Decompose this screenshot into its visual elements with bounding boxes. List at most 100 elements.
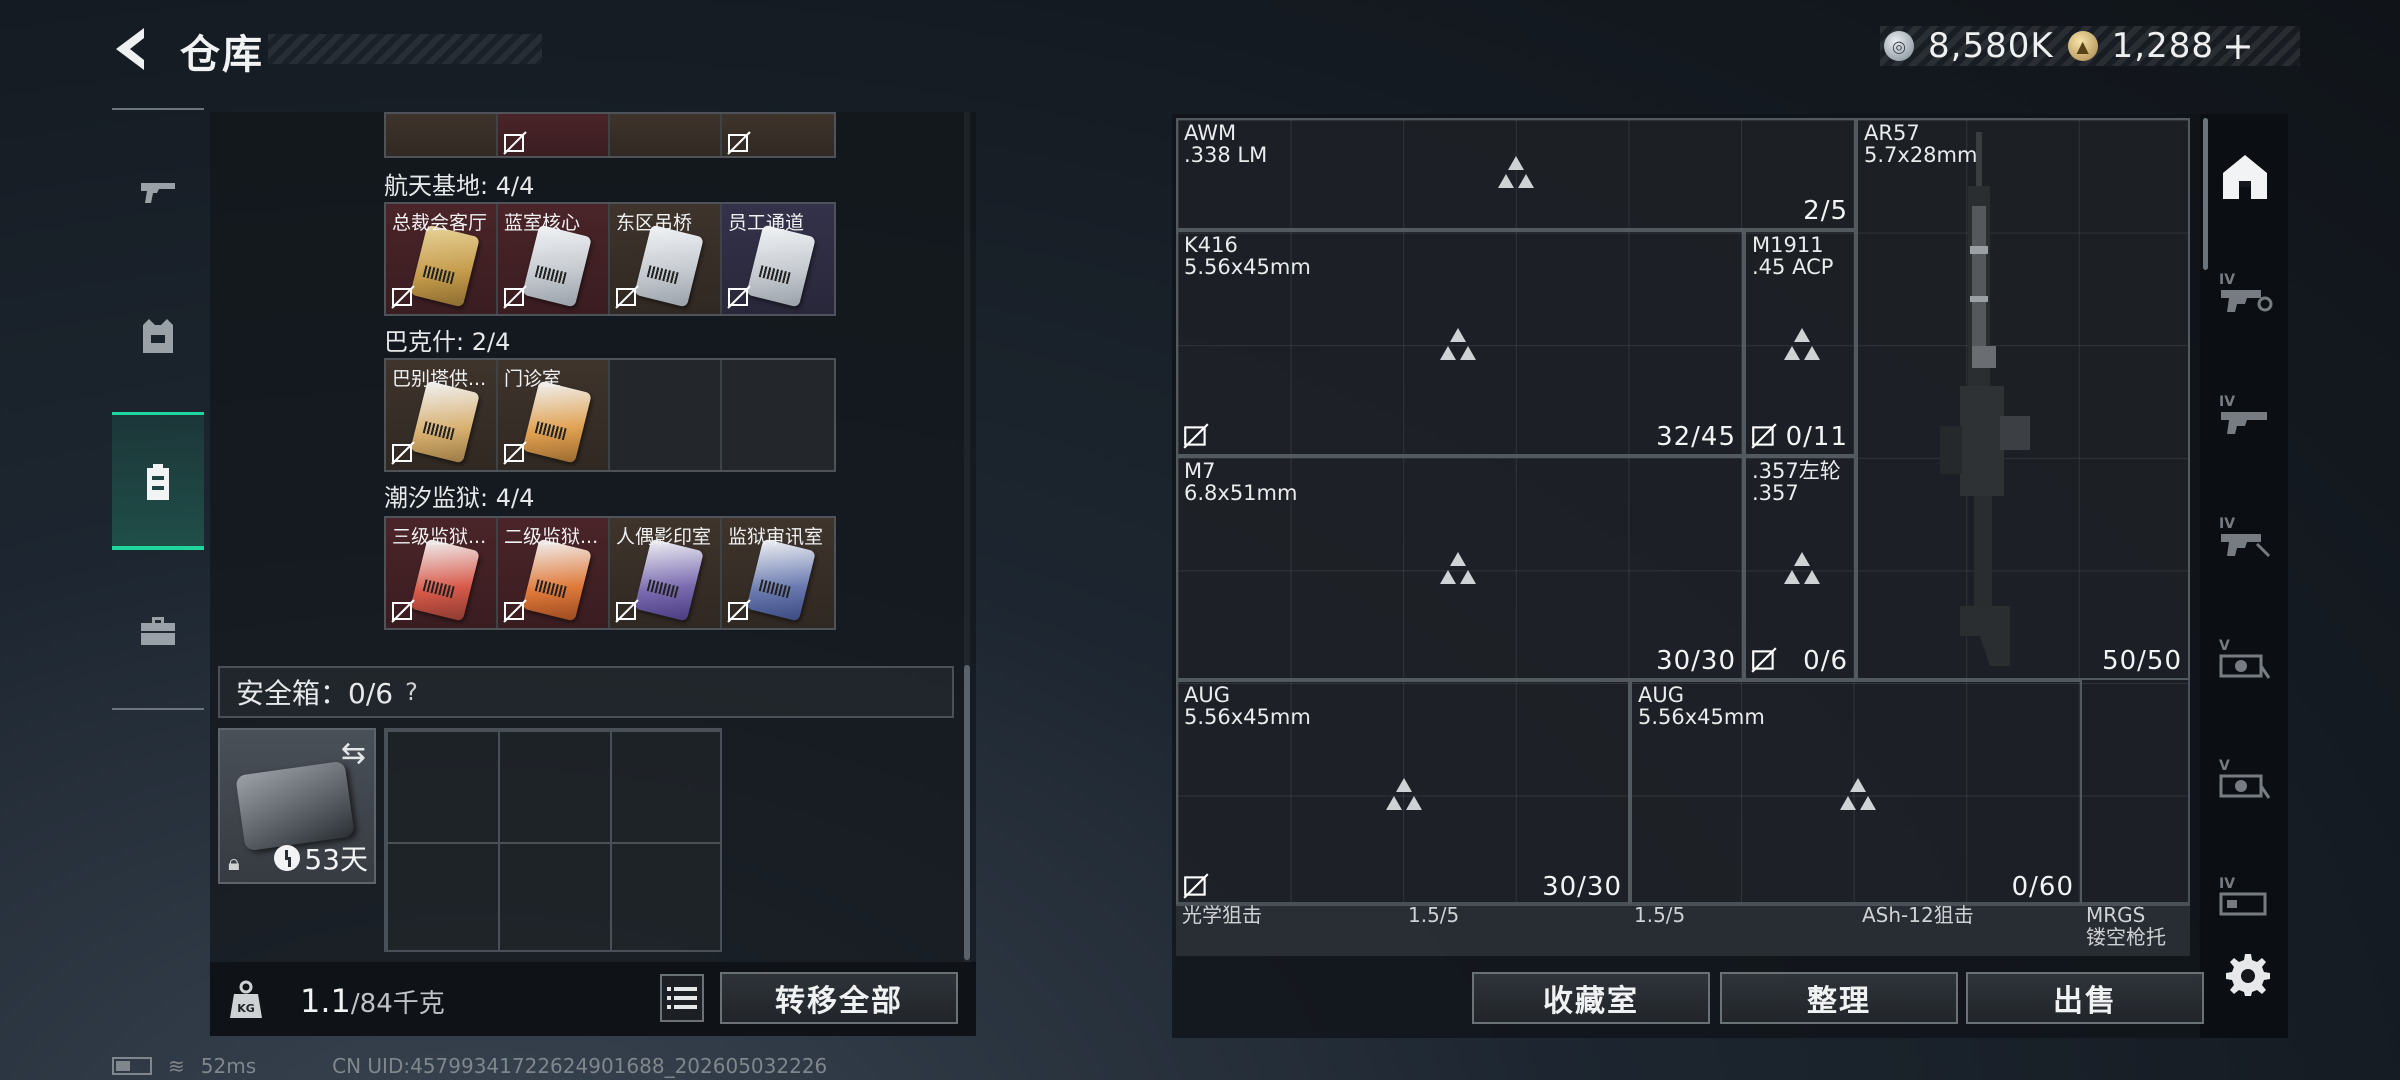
weapon-cell-m7[interactable]: M7 6.8x51mm 30/30: [1176, 456, 1744, 680]
weapon-cell-awm[interactable]: AWM .338 LM 2/5: [1176, 118, 1856, 230]
nav-weapon[interactable]: [112, 130, 204, 250]
tier-weapon-icon: IV: [2219, 876, 2267, 916]
key-card[interactable]: [722, 114, 834, 156]
swap-icon[interactable]: ⇆: [341, 736, 366, 771]
weapon-cell-mrgs[interactable]: MRGS 镂空枪托: [2080, 904, 2190, 956]
placeholder-icon: [1840, 778, 1876, 810]
tab-all-storage[interactable]: [2206, 136, 2284, 218]
safe-box-grid[interactable]: [384, 728, 722, 952]
tab-weapon-tier-5b[interactable]: V: [2210, 748, 2280, 808]
weapon-name: 光学狙击: [1182, 903, 1262, 927]
no-transfer-icon: [503, 599, 527, 623]
key-name: 员工通道: [728, 212, 805, 234]
key-card[interactable]: 二级监狱...: [498, 518, 610, 628]
key-row-bakesh: 巴别塔供... 门诊室: [384, 358, 836, 472]
back-arrow-icon[interactable]: [108, 24, 158, 74]
placeholder-icon: [1498, 156, 1534, 188]
nav-vest[interactable]: [112, 276, 204, 396]
key-card[interactable]: 人偶影印室: [610, 518, 722, 628]
weapon-cell-357[interactable]: .357左轮 .357 0/6: [1744, 456, 1856, 680]
empty-slot[interactable]: [610, 360, 722, 470]
key-card[interactable]: 东区吊桥: [610, 204, 722, 314]
key-card[interactable]: 三级监狱...: [386, 518, 498, 628]
no-transfer-icon: [1751, 647, 1777, 673]
key-name: 三级监狱...: [392, 526, 487, 548]
tab-weapon-tier-4d[interactable]: IV: [2210, 866, 2280, 926]
wifi-icon: ≋: [168, 1054, 185, 1078]
settings-gear-icon[interactable]: [2226, 952, 2270, 996]
empty-slot[interactable]: [722, 360, 834, 470]
key-card[interactable]: 门诊室: [498, 360, 610, 470]
list-icon: [667, 987, 697, 1009]
no-transfer-icon: [727, 599, 751, 623]
user-uid: CN UID:4579934172262490168​8_20260503222…: [332, 1054, 828, 1078]
key-name: 人偶影印室: [616, 526, 712, 548]
organize-button[interactable]: 整理: [1720, 972, 1958, 1024]
svg-text:IV: IV: [2219, 516, 2235, 532]
lock-icon: 🔒︎: [228, 851, 240, 876]
key-name: 巴别塔供...: [392, 368, 487, 390]
weapon-cell-aug-1[interactable]: AUG 5.56x45mm 30/30: [1176, 680, 1630, 906]
weapon-cell-k416[interactable]: K416 5.56x45mm 32/45: [1176, 230, 1744, 456]
scrollbar-thumb[interactable]: [964, 665, 970, 960]
key-image: [522, 224, 592, 308]
weapon-cell-optical-sniper[interactable]: 光学狙击: [1176, 904, 1402, 956]
key-name: 监狱审讯室: [728, 526, 824, 548]
svg-text:IV: IV: [2219, 876, 2235, 892]
transfer-all-button[interactable]: 转移全部: [720, 972, 958, 1024]
nav-divider: [112, 108, 204, 110]
weapon-cell-ash12[interactable]: ASh-12狙击: [1856, 904, 2080, 956]
nav-case[interactable]: [112, 570, 204, 690]
add-currency-button[interactable]: +: [2222, 24, 2254, 68]
weapon-cell-partial[interactable]: 1.5/5: [1402, 904, 1628, 956]
briefcase-icon: [141, 617, 175, 645]
svg-text:IV: IV: [2219, 394, 2235, 410]
sell-button[interactable]: 出售: [1966, 972, 2204, 1024]
ammo-count: 50/50: [2102, 646, 2182, 676]
group-label-tidal-prison: 潮汐监狱: 4/4: [384, 484, 535, 512]
tab-weapon-tier-4c[interactable]: IV: [2210, 506, 2280, 566]
tab-weapon-tier-4b[interactable]: IV: [2210, 384, 2280, 444]
help-button[interactable]: ?: [405, 678, 418, 706]
key-card[interactable]: 蓝室核心: [498, 204, 610, 314]
nav-backpack[interactable]: [112, 412, 204, 550]
pistol-icon: [141, 183, 175, 203]
no-transfer-icon: [503, 131, 527, 155]
ammo-count: 1.5/5: [1634, 903, 1686, 927]
key-name: 门诊室: [504, 368, 562, 390]
key-card[interactable]: 巴别塔供...: [386, 360, 498, 470]
safe-box-item[interactable]: ⇆ 🔒︎ 53天: [218, 728, 376, 884]
key-card[interactable]: 总裁会客厅: [386, 204, 498, 314]
no-transfer-icon: [391, 285, 415, 309]
weight-current: 1.1: [300, 982, 351, 1020]
key-card[interactable]: 员工通道: [722, 204, 834, 314]
storage-room-icon: [2223, 155, 2267, 199]
weapon-cell-partial[interactable]: 1.5/5: [1628, 904, 1856, 956]
key-card[interactable]: 监狱审讯室: [722, 518, 834, 628]
weapon-name: AWM .338 LM: [1184, 121, 1268, 167]
svg-text:KG: KG: [237, 1002, 255, 1015]
key-card[interactable]: [610, 114, 722, 156]
no-transfer-icon: [727, 285, 751, 309]
battery-icon: [112, 1057, 152, 1075]
weapon-name: ASh-12狙击: [1862, 903, 1974, 927]
weapon-name: .357左轮 .357: [1752, 459, 1841, 505]
key-image: [522, 380, 592, 464]
weight-icon: KG: [230, 980, 262, 1018]
safe-box-header: 安全箱：0/6 ?: [218, 666, 954, 718]
weapon-cell-aug-2[interactable]: AUG 5.56x45mm 0/60: [1630, 680, 2082, 906]
collection-room-button[interactable]: 收藏室: [1472, 972, 1710, 1024]
key-card[interactable]: [498, 114, 610, 156]
weight-max: /84千克: [350, 989, 445, 1019]
key-name: 东区吊桥: [616, 212, 693, 234]
no-transfer-icon: [503, 285, 527, 309]
tab-weapon-tier-4a[interactable]: IV: [2210, 262, 2280, 322]
key-image: [746, 224, 816, 308]
weapon-cell-m1911[interactable]: M1911.45 ACP 0/11: [1744, 230, 1856, 456]
placeholder-icon: [1784, 552, 1820, 584]
list-view-button[interactable]: [660, 974, 704, 1022]
tab-weapon-tier-5a[interactable]: V: [2210, 628, 2280, 688]
expiry-days: 53天: [304, 843, 368, 876]
partial-key-row: [384, 112, 836, 158]
key-card[interactable]: [386, 114, 498, 156]
